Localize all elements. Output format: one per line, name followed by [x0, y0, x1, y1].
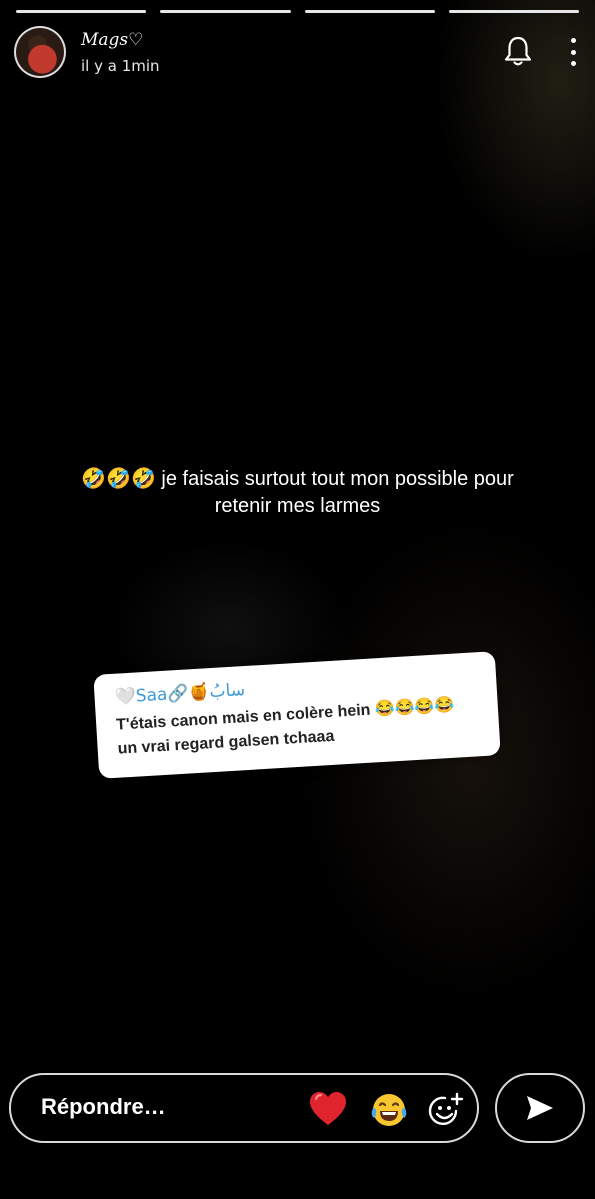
- heart-icon[interactable]: [308, 1089, 348, 1129]
- story-background: [0, 0, 595, 1199]
- timestamp: il y a 1min: [81, 57, 160, 75]
- progress-segment: [304, 10, 435, 13]
- user-name[interactable]: Mags♡: [81, 30, 143, 50]
- reply-placeholder: Répondre…: [41, 1094, 166, 1119]
- progress-segment: [448, 10, 579, 13]
- reply-input[interactable]: Répondre…: [9, 1073, 479, 1143]
- more-icon[interactable]: [565, 38, 581, 66]
- story-progress: [16, 10, 579, 13]
- avatar[interactable]: [14, 26, 66, 78]
- caption-line: retenir mes larmes: [214, 495, 381, 517]
- emoji-add-icon[interactable]: [427, 1091, 465, 1129]
- progress-segment: [160, 10, 291, 13]
- send-icon: [527, 1096, 553, 1120]
- send-button[interactable]: [495, 1073, 585, 1143]
- bell-icon[interactable]: [503, 35, 533, 67]
- progress-segment: [16, 10, 147, 13]
- caption-line: 🤣🤣🤣 je faisais surtout tout mon possible…: [81, 468, 514, 490]
- laugh-icon[interactable]: [370, 1091, 408, 1129]
- story-caption: 🤣🤣🤣 je faisais surtout tout mon possible…: [30, 466, 565, 520]
- story-header: Mags♡ il y a 1min: [14, 26, 581, 78]
